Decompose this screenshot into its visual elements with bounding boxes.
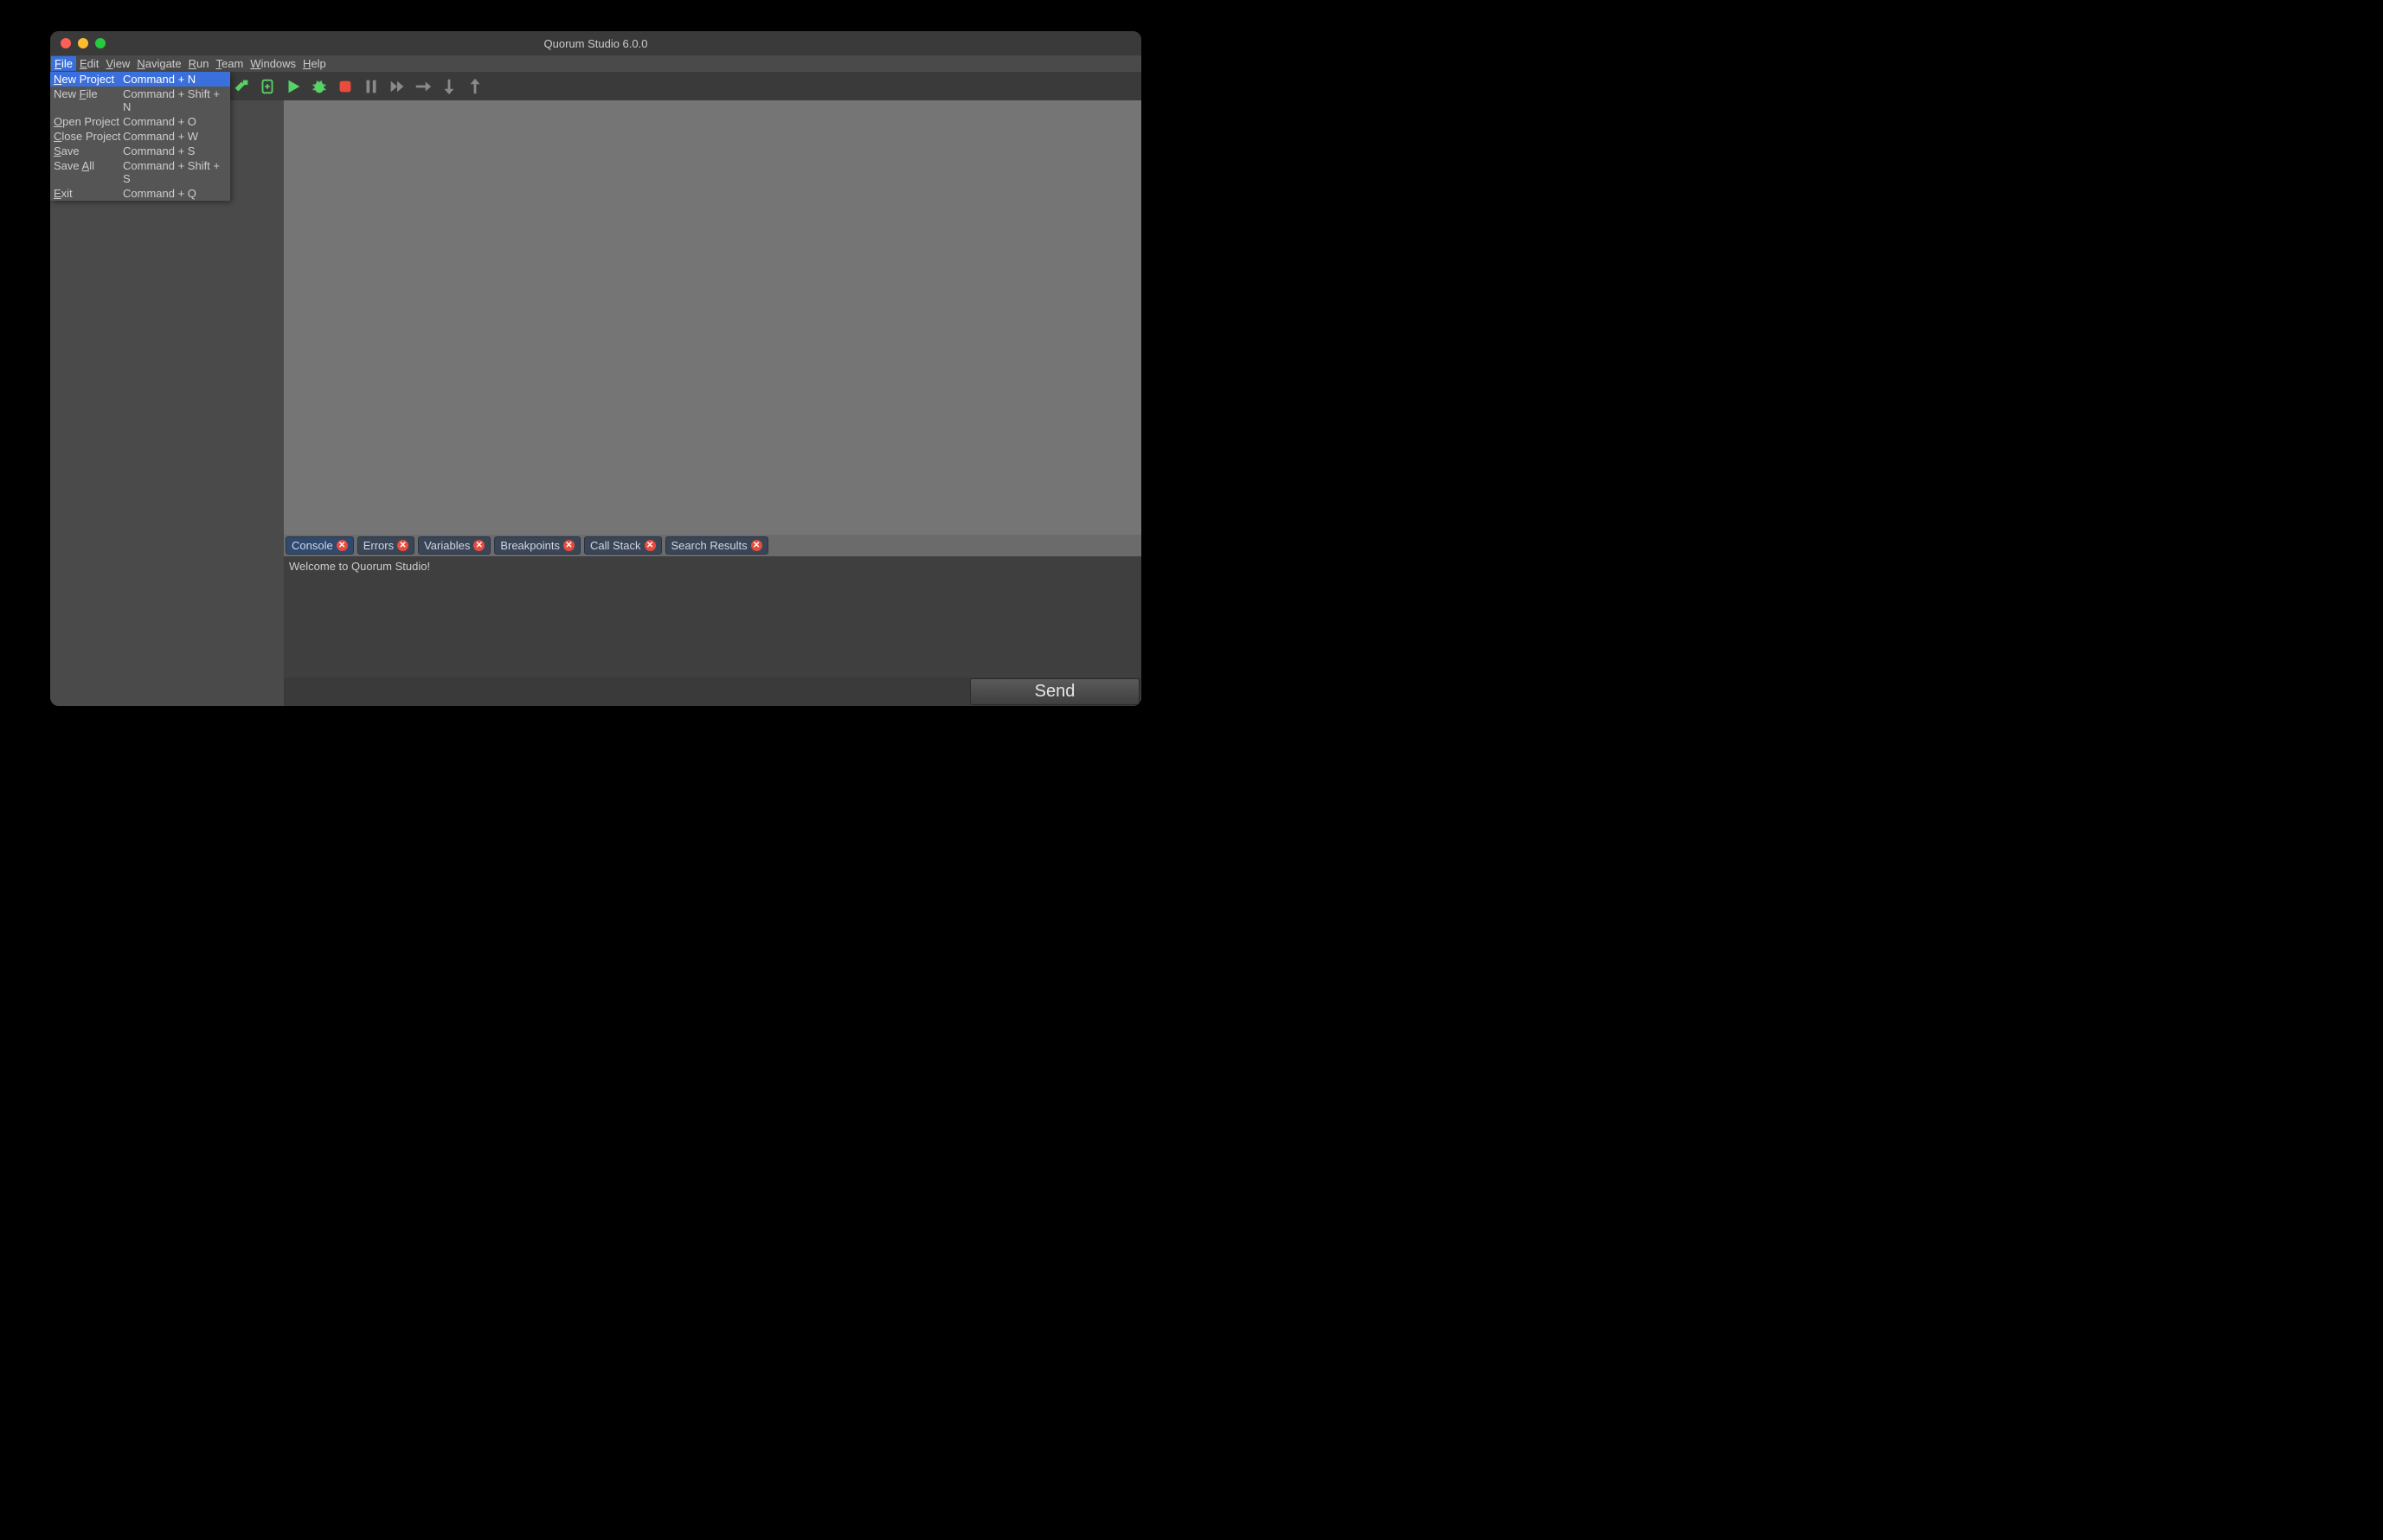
panel-tab-breakpoints[interactable]: Breakpoints✕ <box>494 536 581 555</box>
send-button-label: Send <box>1035 682 1076 702</box>
fast-forward-icon[interactable] <box>388 77 407 96</box>
menu-navigate[interactable]: Navigate <box>133 56 184 71</box>
file-menu-item[interactable]: New FileCommand + Shift + N <box>50 87 230 114</box>
console-input[interactable] <box>284 677 968 706</box>
file-menu-item[interactable]: New ProjectCommand + N <box>50 72 230 87</box>
close-window-button[interactable] <box>61 38 71 48</box>
file-menu-item[interactable]: Save AllCommand + Shift + S <box>50 158 230 186</box>
maximize-window-button[interactable] <box>95 38 106 48</box>
bug-icon[interactable] <box>310 77 329 96</box>
titlebar: Quorum Studio 6.0.0 <box>50 31 1141 55</box>
play-icon[interactable] <box>284 77 303 96</box>
main-area: Console✕Errors✕Variables✕Breakpoints✕Cal… <box>284 100 1141 706</box>
traffic-lights <box>50 38 106 48</box>
panel-tab-errors[interactable]: Errors✕ <box>357 536 414 555</box>
clean-icon[interactable] <box>258 77 277 96</box>
panel-tab-label: Variables <box>424 539 470 552</box>
file-menu-item[interactable]: ExitCommand + Q <box>50 186 230 201</box>
panel-tab-label: Breakpoints <box>500 539 560 552</box>
file-menu-item[interactable]: SaveCommand + S <box>50 144 230 158</box>
panel-tab-label: Call Stack <box>590 539 641 552</box>
send-button[interactable]: Send <box>970 678 1140 705</box>
window-title: Quorum Studio 6.0.0 <box>50 37 1141 50</box>
menu-edit[interactable]: Edit <box>76 56 102 71</box>
close-icon[interactable]: ✕ <box>397 540 408 551</box>
close-icon[interactable]: ✕ <box>751 540 762 551</box>
menu-view[interactable]: View <box>102 56 133 71</box>
app-window: Quorum Studio 6.0.0 FileEditViewNavigate… <box>50 31 1141 706</box>
panel-tab-search-results[interactable]: Search Results✕ <box>665 536 768 555</box>
console-text: Welcome to Quorum Studio! <box>289 560 430 573</box>
step-into-icon[interactable] <box>440 77 459 96</box>
menubar: FileEditViewNavigateRunTeamWindowsHelp <box>50 55 1141 72</box>
menu-windows[interactable]: Windows <box>247 56 299 71</box>
close-icon[interactable]: ✕ <box>473 540 485 551</box>
panel-tab-console[interactable]: Console ✕ <box>286 536 354 555</box>
send-row: Send <box>284 677 1141 706</box>
menu-team[interactable]: Team <box>213 56 247 71</box>
file-menu-item[interactable]: Open ProjectCommand + O <box>50 114 230 129</box>
panel-tab-label: Errors <box>363 539 394 552</box>
close-icon[interactable]: ✕ <box>563 540 575 551</box>
editor-area <box>284 100 1141 535</box>
bottom-tab-strip: Console✕Errors✕Variables✕Breakpoints✕Cal… <box>284 535 1141 556</box>
hammer-icon[interactable] <box>232 77 251 96</box>
panel-tab-call-stack[interactable]: Call Stack ✕ <box>584 536 662 555</box>
minimize-window-button[interactable] <box>78 38 88 48</box>
file-menu-dropdown: New ProjectCommand + NNew FileCommand + … <box>50 72 230 201</box>
menu-run[interactable]: Run <box>185 56 213 71</box>
console-output: Welcome to Quorum Studio! <box>284 556 1141 677</box>
pause-icon[interactable] <box>362 77 381 96</box>
panel-tab-variables[interactable]: Variables✕ <box>418 536 491 555</box>
stop-icon[interactable] <box>336 77 355 96</box>
menu-file[interactable]: File <box>51 56 76 71</box>
step-out-icon[interactable] <box>466 77 485 96</box>
step-over-icon[interactable] <box>414 77 433 96</box>
panel-tab-label: Console <box>292 539 333 552</box>
file-menu-item[interactable]: Close ProjectCommand + W <box>50 129 230 144</box>
panel-tab-label: Search Results <box>671 539 748 552</box>
close-icon[interactable]: ✕ <box>337 540 348 551</box>
close-icon[interactable]: ✕ <box>645 540 656 551</box>
menu-help[interactable]: Help <box>299 56 330 71</box>
